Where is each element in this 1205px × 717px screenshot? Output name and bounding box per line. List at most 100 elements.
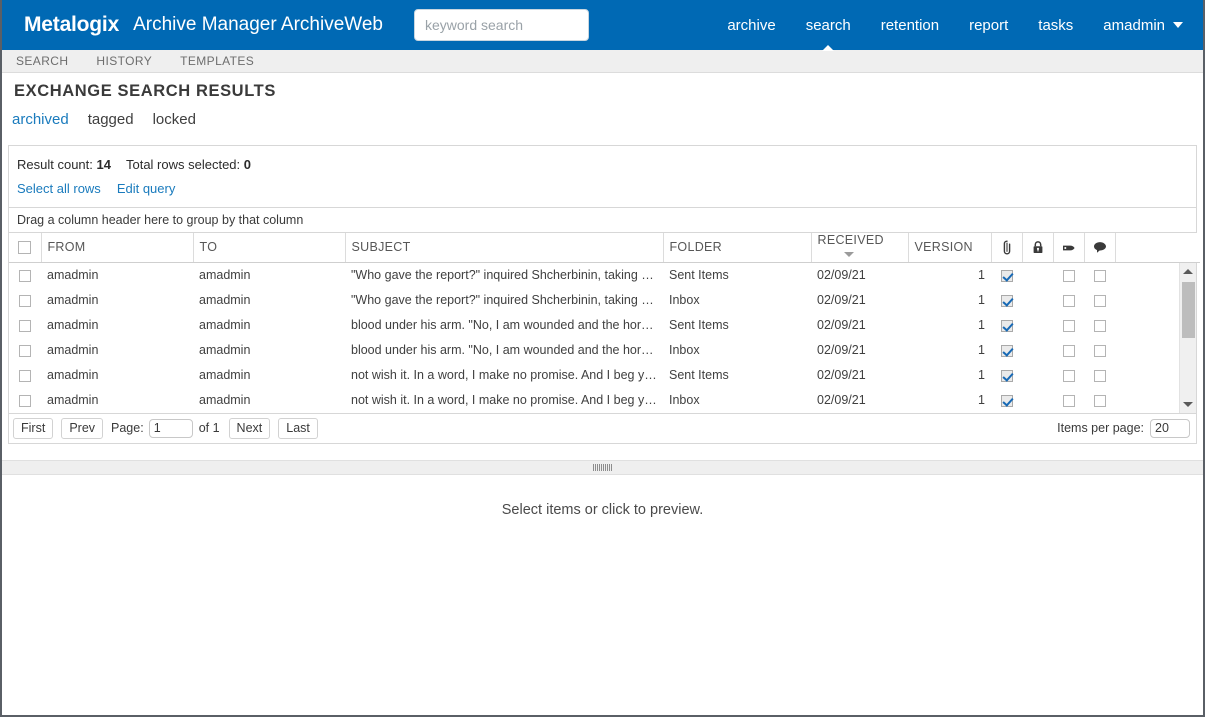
scroll-down-button[interactable] (1180, 396, 1196, 413)
filter-tagged[interactable]: tagged (88, 111, 134, 128)
table-row[interactable]: amadmin amadmin not wish it. In a word, … (9, 388, 1179, 413)
col-folder[interactable]: FOLDER (663, 233, 812, 263)
page-number-input[interactable] (148, 418, 193, 438)
row-select-checkbox[interactable] (19, 394, 31, 407)
keyword-search-input[interactable] (414, 9, 589, 41)
cell-folder: Sent Items (669, 268, 729, 282)
col-version[interactable]: VERSION (908, 233, 992, 263)
preview-pane: Select items or click to preview. (2, 475, 1203, 518)
subnav-search[interactable]: SEARCH (16, 54, 68, 68)
results-grid: FROM TO SUBJECT FOLDER RECEIVED VERSION (8, 233, 1200, 414)
cell-to: amadmin (199, 318, 251, 332)
cell-from: amadmin (47, 393, 99, 407)
col-received[interactable]: RECEIVED (811, 233, 909, 263)
tag-checkbox[interactable] (1062, 344, 1075, 357)
col-to[interactable]: TO (193, 233, 346, 263)
col-subject[interactable]: SUBJECT (345, 233, 664, 263)
nav-archive[interactable]: archive (727, 13, 775, 38)
row-select-checkbox[interactable] (19, 269, 31, 282)
comment-checkbox[interactable] (1093, 269, 1106, 282)
grid-vertical-scrollbar[interactable] (1179, 262, 1196, 413)
table-row[interactable]: amadmin amadmin blood under his arm. "No… (9, 338, 1179, 363)
filter-archived[interactable]: archived (12, 111, 69, 128)
attachment-checkbox[interactable] (1000, 344, 1013, 357)
col-locked[interactable] (1022, 233, 1054, 263)
cell-received: 02/09/21 (817, 393, 866, 407)
row-select-checkbox[interactable] (19, 369, 31, 382)
cell-spacer (1115, 288, 1179, 313)
row-select-cell[interactable] (9, 288, 41, 313)
filter-locked[interactable]: locked (153, 111, 196, 128)
user-menu[interactable]: amadmin (1103, 17, 1183, 34)
select-all-rows-link[interactable]: Select all rows (17, 181, 101, 196)
scroll-up-button[interactable] (1180, 263, 1196, 280)
cell-comment (1084, 338, 1115, 363)
nav-retention[interactable]: retention (881, 13, 939, 38)
select-all-checkbox[interactable] (18, 241, 32, 255)
preview-splitter[interactable] (2, 459, 1203, 475)
nav-search[interactable]: search (806, 13, 851, 38)
col-from[interactable]: FROM (41, 233, 194, 263)
cell-received: 02/09/21 (817, 343, 866, 357)
tag-checkbox[interactable] (1062, 269, 1075, 282)
comment-checkbox[interactable] (1093, 394, 1106, 407)
prev-page-button[interactable]: Prev (61, 417, 104, 439)
tag-checkbox[interactable] (1062, 319, 1075, 332)
total-selected-value: 0 (243, 157, 252, 172)
col-tag[interactable] (1053, 233, 1085, 263)
comment-checkbox[interactable] (1093, 369, 1106, 382)
row-select-checkbox[interactable] (19, 344, 31, 357)
cell-folder: Sent Items (669, 318, 729, 332)
row-select-checkbox[interactable] (19, 319, 31, 332)
cell-attachment (991, 313, 1022, 338)
attachment-checkbox[interactable] (1000, 269, 1013, 282)
cell-to: amadmin (199, 393, 251, 407)
row-select-checkbox[interactable] (19, 294, 31, 307)
nav-report[interactable]: report (969, 13, 1008, 38)
group-by-dropzone[interactable]: Drag a column header here to group by th… (8, 207, 1197, 233)
cell-locked (1022, 338, 1053, 363)
next-page-button[interactable]: Next (228, 417, 271, 439)
lock-icon (1033, 241, 1042, 253)
subnav-templates[interactable]: TEMPLATES (180, 54, 254, 68)
last-page-button[interactable]: Last (278, 417, 318, 439)
attachment-checkbox[interactable] (1000, 319, 1013, 332)
result-actions: Select all rows Edit query (9, 172, 1196, 207)
chevron-down-icon (1173, 22, 1183, 28)
comment-icon (1093, 241, 1106, 253)
col-received-label: RECEIVED (817, 233, 884, 248)
attachment-checkbox[interactable] (1000, 294, 1013, 307)
scrollbar-thumb[interactable] (1182, 281, 1195, 338)
table-row[interactable]: amadmin amadmin blood under his arm. "No… (9, 313, 1179, 338)
table-row[interactable]: amadmin amadmin "Who gave the report?" i… (9, 263, 1179, 288)
col-attachment[interactable] (991, 233, 1023, 263)
row-select-cell[interactable] (9, 338, 41, 363)
cell-subject: not wish it. In a word, I make no promis… (351, 393, 663, 407)
row-select-cell[interactable] (9, 263, 41, 288)
table-row[interactable]: amadmin amadmin not wish it. In a word, … (9, 363, 1179, 388)
page-title: Archive Manager ArchiveWeb (133, 14, 383, 35)
comment-checkbox[interactable] (1093, 294, 1106, 307)
cell-folder: Sent Items (669, 368, 729, 382)
cell-comment (1084, 263, 1115, 288)
row-select-cell[interactable] (9, 363, 41, 388)
col-comment[interactable] (1084, 233, 1116, 263)
row-select-cell[interactable] (9, 313, 41, 338)
tag-checkbox[interactable] (1062, 369, 1075, 382)
cell-tag (1053, 338, 1084, 363)
attachment-checkbox[interactable] (1000, 369, 1013, 382)
table-row[interactable]: amadmin amadmin "Who gave the report?" i… (9, 288, 1179, 313)
attachment-checkbox[interactable] (1000, 394, 1013, 407)
row-select-cell[interactable] (9, 388, 41, 413)
comment-checkbox[interactable] (1093, 319, 1106, 332)
tag-checkbox[interactable] (1062, 394, 1075, 407)
edit-query-link[interactable]: Edit query (117, 181, 176, 196)
col-select-all[interactable] (9, 233, 42, 263)
subnav-history[interactable]: HISTORY (96, 54, 152, 68)
first-page-button[interactable]: First (13, 417, 54, 439)
comment-checkbox[interactable] (1093, 344, 1106, 357)
nav-tasks[interactable]: tasks (1038, 13, 1073, 38)
tag-checkbox[interactable] (1062, 294, 1075, 307)
cell-folder: Inbox (669, 343, 700, 357)
items-per-page-input[interactable] (1150, 418, 1190, 438)
